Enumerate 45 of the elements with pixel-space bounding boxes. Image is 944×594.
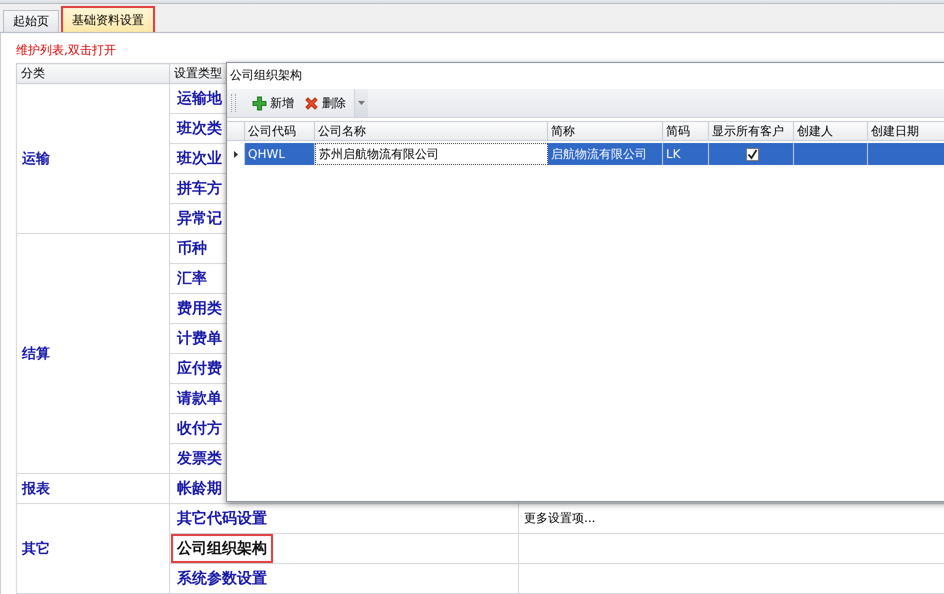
checkbox[interactable] [746, 148, 759, 160]
dialog-title: 公司组织架构 [227, 63, 944, 87]
column-header[interactable]: 创建人 [794, 121, 868, 141]
hint-text: 维护列表,双击打开 [16, 42, 117, 59]
setting-item[interactable]: 收付方 [171, 414, 228, 443]
setting-item[interactable]: 汇率 [171, 264, 213, 293]
tab[interactable]: 起始页 [3, 10, 59, 32]
table-cell: 苏州启航物流有限公司 [315, 143, 548, 165]
column-header[interactable]: 简称 [548, 121, 663, 141]
column-header: 分类 [16, 64, 170, 84]
dropdown-button[interactable] [354, 89, 368, 117]
table-cell: 启航物流有限公司 [548, 143, 663, 165]
setting-item[interactable]: 运输地 [171, 84, 228, 113]
column-header[interactable]: 创建日期 [868, 121, 944, 141]
column-header[interactable]: 公司代码 [245, 121, 315, 141]
category-cell: 其它 [16, 504, 170, 594]
setting-item[interactable]: 班次业 [171, 144, 228, 173]
setting-item[interactable]: 班次类 [171, 114, 228, 143]
setting-item[interactable]: 币种 [171, 234, 213, 263]
category-cell: 结算 [16, 234, 170, 474]
row-header-corner [227, 121, 245, 141]
setting-item[interactable]: 发票类 [171, 444, 228, 473]
column-header[interactable]: 显示所有客户 [709, 121, 794, 141]
tab[interactable]: 基础资料设置 [61, 6, 155, 32]
setting-item[interactable]: 计费单 [171, 324, 228, 353]
setting-item[interactable]: 请款单 [171, 384, 228, 413]
more-settings-text: 更多设置项... [524, 511, 596, 525]
setting-item[interactable]: 帐龄期 [171, 474, 228, 503]
setting-item[interactable]: 应付费 [171, 354, 228, 383]
column-header[interactable]: 公司名称 [315, 121, 548, 141]
setting-item[interactable]: 费用类 [171, 294, 228, 323]
setting-item[interactable]: 异常记 [171, 204, 228, 233]
cross-icon [304, 96, 319, 110]
current-row-icon [234, 150, 238, 158]
column-header[interactable]: 简码 [663, 121, 709, 141]
delete-button[interactable]: 删除 [300, 92, 350, 114]
setting-item[interactable]: 拼车方 [171, 174, 228, 203]
setting-item[interactable]: 公司组织架构 [171, 534, 273, 563]
table-cell: QHWL [245, 143, 315, 165]
table-cell: LK [663, 143, 709, 165]
category-cell: 运输 [16, 84, 170, 234]
add-button[interactable]: 新增 [248, 92, 298, 114]
plus-icon [252, 96, 267, 110]
caret-icon [358, 101, 365, 105]
category-cell: 报表 [16, 474, 170, 504]
